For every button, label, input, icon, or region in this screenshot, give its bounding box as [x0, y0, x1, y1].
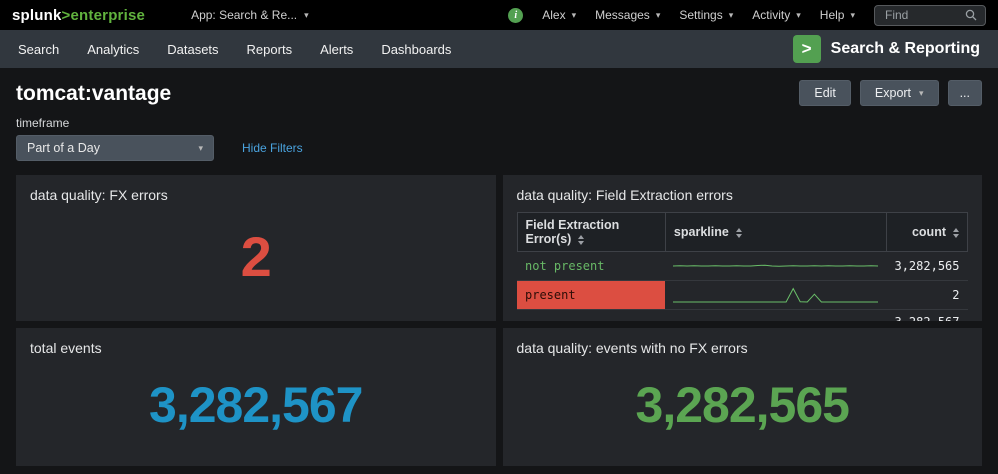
panel-no-fx-errors: data quality: events with no FX errors 3…: [502, 328, 982, 466]
panel-field-extraction-errors: data quality: Field Extraction errors Fi…: [502, 175, 982, 322]
panel-title: total events: [30, 340, 102, 356]
app-brand[interactable]: > Search & Reporting: [792, 35, 980, 63]
cell-error-label: not present: [517, 251, 666, 281]
panel-fx-errors: data quality: FX errors 2: [16, 175, 496, 321]
table-row-present[interactable]: present 2: [517, 280, 968, 310]
column-header-sparkline[interactable]: sparkline: [664, 212, 887, 252]
messages-menu[interactable]: Messages ▾: [595, 8, 660, 22]
logo-product-text: enterprise: [70, 6, 146, 24]
user-menu-label: Alex: [542, 8, 566, 22]
app-title: Search & Reporting: [830, 40, 980, 57]
timeframe-value: Part of a Day: [27, 141, 100, 155]
panel-title: data quality: events with no FX errors: [516, 340, 748, 356]
tab-reports[interactable]: Reports: [247, 42, 293, 57]
tab-alerts[interactable]: Alerts: [320, 42, 353, 57]
settings-menu-label: Settings: [679, 8, 723, 22]
single-value-fx-errors: 2: [240, 224, 272, 288]
app-menu[interactable]: App: Search & Re... ▾: [191, 8, 309, 22]
page-header: tomcat:vantage Edit Export ▾ ...: [16, 80, 982, 116]
dashboard-grid: data quality: FX errors 2 data quality: …: [16, 175, 982, 466]
filter-row: Part of a Day ▾ Hide Filters: [16, 135, 982, 161]
app-menu-label: App: Search & Re...: [191, 8, 298, 22]
logo-splunk-text: splunk: [12, 6, 62, 24]
sparkline-not-present: [665, 251, 887, 281]
sort-icon: [578, 234, 585, 245]
help-menu[interactable]: Help ▾: [820, 8, 855, 22]
logo-gt-glyph: >: [61, 6, 71, 24]
cell-empty: [665, 310, 886, 322]
user-menu[interactable]: Alex ▾: [542, 8, 576, 22]
table-header-row: Field Extraction Error(s) sparkline coun…: [516, 212, 969, 252]
single-value-no-fx-errors: 3,282,565: [635, 377, 850, 433]
caret-down-icon: ▾: [571, 9, 577, 20]
timeframe-dropdown[interactable]: Part of a Day ▾: [16, 135, 214, 161]
cell-count: 2: [886, 280, 968, 310]
info-icon[interactable]: i: [508, 7, 524, 23]
column-header-field-extraction-error[interactable]: Field Extraction Error(s): [516, 212, 666, 252]
find-search: [874, 4, 986, 26]
dashboard-page: tomcat:vantage Edit Export ▾ ... timefra…: [0, 68, 998, 474]
dashboard-title: tomcat:vantage: [16, 82, 172, 105]
topbar-right: i Alex ▾ Messages ▾ Settings ▾ Activity …: [508, 4, 986, 26]
settings-menu[interactable]: Settings ▾: [679, 8, 733, 22]
caret-down-icon: ▾: [655, 9, 661, 20]
cell-count: 3,282,565: [886, 251, 968, 281]
tab-datasets[interactable]: Datasets: [167, 42, 218, 57]
hide-filters-link[interactable]: Hide Filters: [242, 141, 303, 155]
search-icon: [965, 9, 977, 21]
splunk-app-logo-icon: >: [792, 35, 821, 63]
messages-menu-label: Messages: [595, 8, 650, 22]
activity-menu-label: Activity: [752, 8, 791, 22]
dashboard-actions: Edit Export ▾ ...: [799, 80, 982, 106]
sort-icon: [953, 227, 959, 238]
tab-dashboards[interactable]: Dashboards: [381, 42, 451, 57]
caret-down-icon: ▾: [198, 142, 203, 153]
sparkline-present: [665, 280, 887, 310]
activity-menu[interactable]: Activity ▾: [752, 8, 801, 22]
panel-title: data quality: FX errors: [30, 187, 168, 203]
column-header-label: Field Extraction Error(s): [525, 218, 620, 246]
column-header-label: count: [911, 225, 946, 239]
app-nav-bar: Search Analytics Datasets Reports Alerts…: [0, 30, 998, 68]
cell-error-label: present: [517, 280, 666, 310]
caret-down-icon: ▾: [304, 9, 309, 20]
timeframe-label: timeframe: [16, 116, 70, 130]
panel-total-events: total events 3,282,567: [16, 328, 496, 466]
results-table: Field Extraction Error(s) sparkline coun…: [516, 212, 969, 322]
caret-down-icon: ▾: [796, 9, 801, 20]
single-value-total-events: 3,282,567: [149, 377, 363, 433]
panel-title: data quality: Field Extraction errors: [516, 187, 733, 203]
caret-down-icon: ▾: [850, 9, 855, 20]
cell-empty: [517, 310, 665, 322]
table-total-row: 3,282,567: [517, 310, 968, 322]
cell-total-count: 3,282,567: [886, 310, 967, 321]
splunk-logo[interactable]: splunk>enterprise: [12, 7, 145, 24]
caret-down-icon: ▾: [728, 9, 734, 20]
edit-button[interactable]: Edit: [799, 80, 851, 106]
column-header-count[interactable]: count: [885, 212, 969, 252]
caret-down-icon: ▾: [919, 87, 924, 98]
export-button[interactable]: Export ▾: [859, 80, 939, 106]
help-menu-label: Help: [819, 8, 845, 22]
sort-icon: [735, 227, 742, 238]
tab-search[interactable]: Search: [18, 42, 59, 57]
tab-analytics[interactable]: Analytics: [87, 42, 139, 57]
more-actions-label: ...: [959, 86, 970, 100]
export-button-label: Export: [874, 86, 912, 100]
top-bar: splunk>enterprise App: Search & Re... ▾ …: [0, 0, 998, 30]
column-header-label: sparkline: [673, 225, 729, 239]
table-row-not-present[interactable]: not present 3,282,565: [517, 251, 968, 281]
more-actions-button[interactable]: ...: [947, 80, 982, 106]
find-input[interactable]: [883, 7, 959, 23]
edit-button-label: Edit: [814, 86, 836, 100]
screen: splunk>enterprise App: Search & Re... ▾ …: [0, 0, 998, 474]
